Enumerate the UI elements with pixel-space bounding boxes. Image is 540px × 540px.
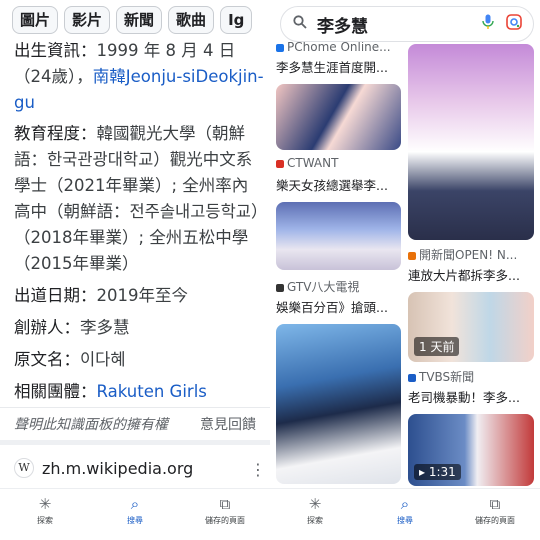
nav-search-label: 搜尋 xyxy=(127,516,143,525)
knowledge-panel: 圖片 影片 新聞 歌曲 Ig 出生資訊：1999 年 8 月 4 日（24歲），… xyxy=(0,0,270,540)
nav-explore[interactable]: ✳ 探索 xyxy=(5,489,85,540)
caption-3[interactable]: 娛樂百分百》搶頭... xyxy=(276,297,402,316)
feedback-link[interactable]: 意見回饋 xyxy=(200,414,256,434)
birth-key: 出生資訊： xyxy=(14,41,97,60)
source-pchome: PChome Online... xyxy=(276,40,402,54)
chip-videos[interactable]: 影片 xyxy=(64,6,111,34)
source-gtv: GTV八大電視 xyxy=(276,278,402,295)
lens-icon[interactable] xyxy=(501,14,527,34)
source-label: CTWANT xyxy=(287,156,339,170)
image-results: PChome Online... 李多慧生涯首度開... CTWANT 樂天女孩… xyxy=(270,0,540,540)
ctwant-icon xyxy=(276,159,284,168)
search-bar[interactable]: 李多慧 xyxy=(280,6,534,42)
search-icon: ⌕ xyxy=(400,495,410,513)
explore-icon: ✳ xyxy=(38,495,52,513)
source-label: PChome Online... xyxy=(287,40,391,54)
original-name-key: 原文名： xyxy=(14,350,80,369)
nav-saved[interactable]: ⧉ 儲存的頁面 xyxy=(455,489,535,540)
image-thumb-5[interactable]: 1 天前 xyxy=(408,292,534,362)
bottom-nav: ✳ 探索 ⌕ 搜尋 ⧉ 儲存的頁面 xyxy=(0,488,270,540)
pchome-icon xyxy=(276,43,284,52)
opennews-icon xyxy=(408,251,416,260)
caption-5[interactable]: 老司機暴動！李多... xyxy=(408,387,534,406)
search-icon xyxy=(287,15,313,33)
founder-key: 創辦人： xyxy=(14,318,80,337)
nav-search[interactable]: ⌕ 搜尋 xyxy=(365,489,445,540)
nav-saved-label: 儲存的頁面 xyxy=(475,516,515,525)
microphone-icon[interactable] xyxy=(475,14,501,34)
video-duration-badge: ▸ 1:31 xyxy=(414,464,461,480)
debut-info: 出道日期：2019年至今 xyxy=(14,283,264,309)
chip-songs[interactable]: 歌曲 xyxy=(168,6,215,34)
group-key: 相關團體： xyxy=(14,382,97,401)
image-thumb-1[interactable] xyxy=(276,84,401,150)
source-label: 開新聞OPEN! N... xyxy=(419,248,518,262)
time-badge: 1 天前 xyxy=(414,337,460,356)
duration-text: 1:31 xyxy=(428,465,456,479)
chip-images[interactable]: 圖片 xyxy=(12,6,59,34)
nav-search-label: 搜尋 xyxy=(397,516,413,525)
debut-value: 2019年至今 xyxy=(96,286,189,305)
nav-explore[interactable]: ✳ 探索 xyxy=(275,489,355,540)
original-name-info: 原文名：이다혜 xyxy=(14,347,264,373)
nav-search[interactable]: ⌕ 搜尋 xyxy=(95,489,175,540)
founder-info: 創辦人：李多慧 xyxy=(14,315,264,341)
debut-key: 出道日期： xyxy=(14,286,97,305)
image-thumb-2[interactable] xyxy=(276,202,401,270)
more-options-icon[interactable]: ⋮ xyxy=(250,460,266,479)
bottom-nav: ✳ 探索 ⌕ 搜尋 ⧉ 儲存的頁面 xyxy=(270,488,540,540)
nav-explore-label: 探索 xyxy=(307,516,323,525)
explore-icon: ✳ xyxy=(308,495,322,513)
saved-pages-icon: ⧉ xyxy=(489,495,501,513)
birth-info: 出生資訊：1999 年 8 月 4 日（24歲），南韓Jeonju-siDeok… xyxy=(14,38,264,116)
section-divider xyxy=(0,440,270,445)
nav-explore-label: 探索 xyxy=(37,516,53,525)
source-tvbs: TVBS新聞 xyxy=(408,368,534,385)
nav-saved[interactable]: ⧉ 儲存的頁面 xyxy=(185,489,265,540)
group-info: 相關團體：Rakuten Girls xyxy=(14,379,264,405)
image-thumb-6[interactable]: ▸ 1:31 xyxy=(408,414,534,486)
tvbs-icon xyxy=(408,373,416,382)
saved-pages-icon: ⧉ xyxy=(219,495,231,513)
original-name-value: 이다혜 xyxy=(80,350,126,369)
search-icon: ⌕ xyxy=(130,495,140,513)
filter-chips: 圖片 影片 新聞 歌曲 Ig xyxy=(12,6,253,34)
caption-1[interactable]: 李多慧生涯首度開... xyxy=(276,57,402,76)
chip-news[interactable]: 新聞 xyxy=(116,6,163,34)
divider xyxy=(0,407,270,408)
image-thumb-4[interactable] xyxy=(408,44,534,240)
wikipedia-icon: W xyxy=(14,458,34,478)
source-ctwant: CTWANT xyxy=(276,156,402,170)
search-query[interactable]: 李多慧 xyxy=(317,12,475,37)
chip-ig[interactable]: Ig xyxy=(220,6,253,34)
caption-4[interactable]: 連放大片都拆李多... xyxy=(408,265,534,284)
group-link[interactable]: Rakuten Girls xyxy=(97,382,207,401)
source-opennews: 開新聞OPEN! N... xyxy=(408,246,534,263)
education-key: 教育程度： xyxy=(14,124,97,143)
image-thumb-3[interactable] xyxy=(276,324,401,484)
education-info: 教育程度：韓國觀光大學（朝鮮語：한국관광대학교）觀光中文系學士（2021年畢業）… xyxy=(14,121,264,277)
nav-saved-label: 儲存的頁面 xyxy=(205,516,245,525)
wikipedia-result[interactable]: W zh.m.wikipedia.org xyxy=(14,458,193,478)
source-label: GTV八大電視 xyxy=(287,280,360,294)
caption-2[interactable]: 樂天女孩總選舉李... xyxy=(276,175,402,194)
claim-panel-link[interactable]: 聲明此知識面板的擁有權 xyxy=(14,414,168,434)
wikipedia-url[interactable]: zh.m.wikipedia.org xyxy=(42,459,193,478)
source-label: TVBS新聞 xyxy=(419,370,475,384)
founder-value: 李多慧 xyxy=(80,318,130,337)
education-value: 韓國觀光大學（朝鮮語：한국관광대학교）觀光中文系學士（2021年畢業）; 全州率… xyxy=(14,124,260,273)
gtv-icon xyxy=(276,283,284,292)
